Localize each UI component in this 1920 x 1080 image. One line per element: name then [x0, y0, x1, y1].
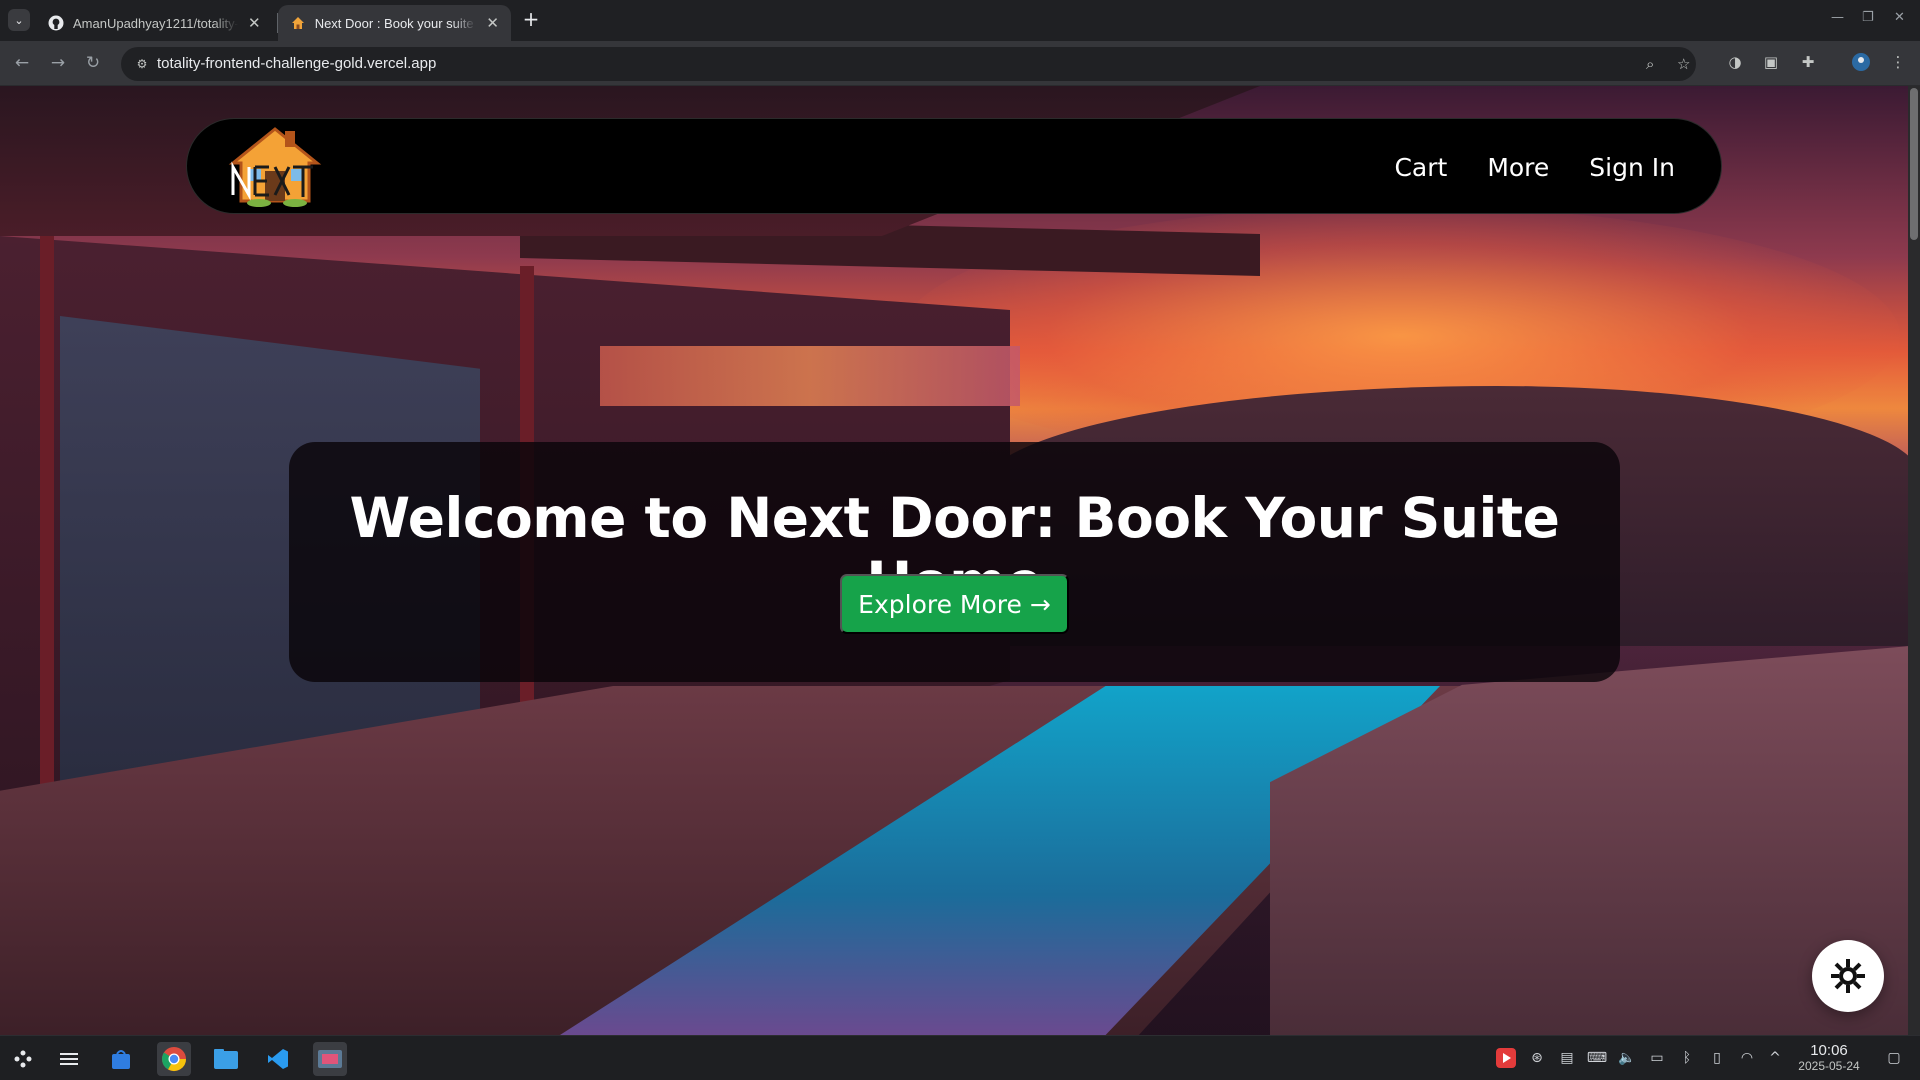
- settings-sliders-icon[interactable]: [52, 1042, 86, 1076]
- tray-update-icon[interactable]: ⊛: [1527, 1048, 1547, 1068]
- tab-label: Next Door : Book your suite: [314, 15, 474, 31]
- github-icon: [48, 15, 64, 31]
- reload-icon[interactable]: ↻: [82, 52, 104, 74]
- page-viewport: Cart More Sign In Welcome to Next Door: …: [0, 86, 1908, 1035]
- show-desktop-icon[interactable]: ▢: [1884, 1048, 1904, 1068]
- explore-more-button[interactable]: Explore More →: [840, 574, 1069, 634]
- next-door-logo[interactable]: [225, 123, 325, 207]
- store-icon[interactable]: [104, 1042, 138, 1076]
- tray-app-icon[interactable]: [1496, 1048, 1516, 1068]
- tray-clipboard-icon[interactable]: ▤: [1557, 1048, 1577, 1068]
- tray-volume-icon[interactable]: 🔈: [1617, 1048, 1637, 1068]
- browser-tabstrip: ⌄ AmanUpadhyay1211/totality-frontend-cha…: [0, 0, 1920, 41]
- vscode-icon[interactable]: [261, 1042, 295, 1076]
- tray-expand-icon[interactable]: ^: [1765, 1048, 1785, 1068]
- site-info-icon[interactable]: ⚙: [133, 55, 151, 73]
- tray-keyboard-icon[interactable]: ⌨: [1587, 1048, 1607, 1068]
- tray-usb-icon[interactable]: ▯: [1707, 1048, 1727, 1068]
- new-tab-button[interactable]: +: [520, 7, 542, 31]
- address-bar[interactable]: ⚙ totality-frontend-challenge-gold.verce…: [121, 47, 1696, 81]
- hero-card: Welcome to Next Door: Book Your Suite Ho…: [289, 442, 1620, 682]
- forward-icon[interactable]: →: [47, 52, 69, 74]
- screenshot-tool-icon[interactable]: [313, 1042, 347, 1076]
- page-scrollbar[interactable]: [1908, 86, 1920, 1035]
- taskbar-clock[interactable]: 10:06 2025-05-24: [1793, 1042, 1865, 1073]
- minimize-icon[interactable]: —: [1831, 10, 1844, 25]
- extension-icon[interactable]: ◑: [1724, 51, 1746, 73]
- bookmark-star-icon[interactable]: ☆: [1677, 55, 1690, 73]
- sun-gear-icon: [1831, 959, 1865, 993]
- tray-bluetooth-icon[interactable]: ᛒ: [1677, 1048, 1697, 1068]
- file-manager-icon[interactable]: [209, 1042, 243, 1076]
- theme-toggle-button[interactable]: [1812, 940, 1884, 1012]
- tab-search-button[interactable]: ⌄: [8, 9, 30, 31]
- tray-battery-icon[interactable]: ▭: [1647, 1048, 1667, 1068]
- close-tab-icon[interactable]: ✕: [248, 14, 261, 32]
- clock-date: 2025-05-24: [1798, 1059, 1860, 1073]
- tray-wifi-icon[interactable]: ◠: [1737, 1048, 1757, 1068]
- window-reflection: [600, 346, 1020, 406]
- browser-menu-icon[interactable]: ⋮: [1887, 51, 1909, 73]
- nav-sign-in-link[interactable]: Sign In: [1589, 153, 1675, 182]
- browser-toolbar: ← → ↻ ⚙ totality-frontend-challenge-gold…: [0, 41, 1920, 86]
- clock-time: 10:06: [1810, 1042, 1848, 1059]
- chrome-icon[interactable]: [157, 1042, 191, 1076]
- address-url: totality-frontend-challenge-gold.vercel.…: [157, 55, 437, 72]
- restore-icon[interactable]: ❐: [1862, 10, 1874, 25]
- house-favicon-icon: [290, 15, 306, 31]
- scrollbar-thumb[interactable]: [1910, 88, 1918, 240]
- os-taskbar: ⊛ ▤ ⌨ 🔈 ▭ ᛒ ▯ ◠ ^ 10:06 2025-05-24 ▢: [0, 1035, 1920, 1080]
- close-window-icon[interactable]: ✕: [1894, 10, 1905, 25]
- extensions-puzzle-icon[interactable]: ✚: [1797, 51, 1819, 73]
- zoom-icon[interactable]: ⌕: [1646, 55, 1654, 73]
- nav-cart-link[interactable]: Cart: [1394, 153, 1447, 182]
- site-navbar: Cart More Sign In: [186, 118, 1722, 214]
- back-icon[interactable]: ←: [11, 52, 33, 74]
- profile-avatar[interactable]: [1850, 51, 1872, 73]
- nav-more-link[interactable]: More: [1487, 153, 1549, 182]
- app-launcher-icon[interactable]: [6, 1042, 40, 1076]
- tab-next-door[interactable]: Next Door : Book your suite ✕: [278, 5, 511, 41]
- extension-mask-icon[interactable]: ▣: [1760, 51, 1782, 73]
- close-tab-icon[interactable]: ✕: [486, 14, 499, 32]
- tab-label: AmanUpadhyay1211/totality-frontend-chall…: [73, 15, 238, 31]
- tab-github[interactable]: AmanUpadhyay1211/totality-frontend-chall…: [36, 5, 276, 41]
- nav-links: Cart More Sign In: [1394, 119, 1675, 215]
